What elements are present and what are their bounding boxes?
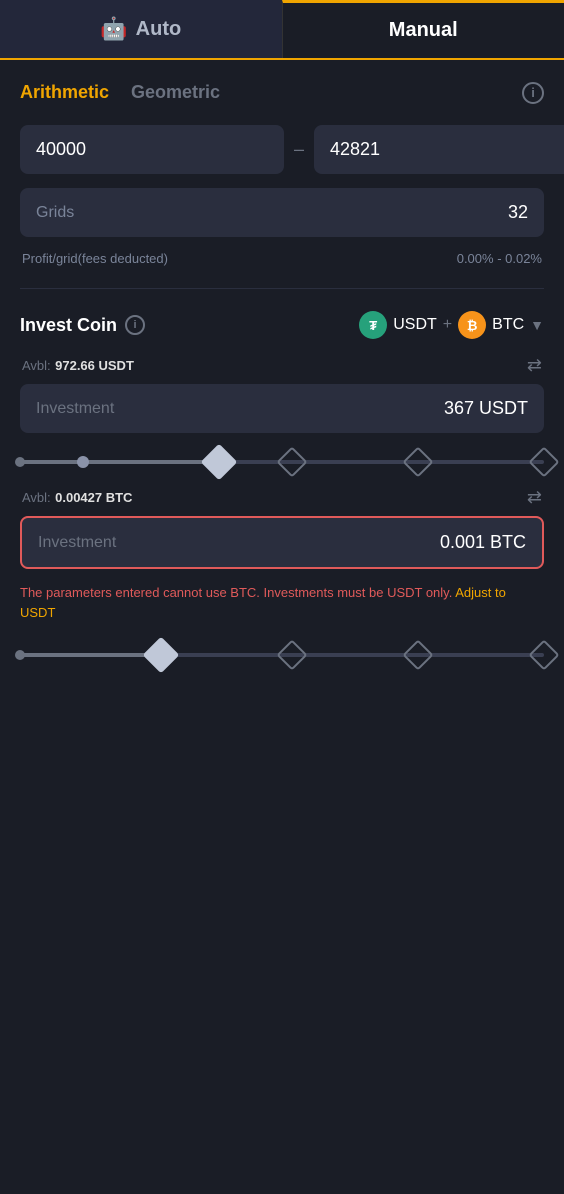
- tab-auto[interactable]: 🤖 Auto: [0, 0, 282, 58]
- tab-auto-label: Auto: [136, 18, 182, 41]
- usdt-avbl-amount: 972.66 USDT: [55, 358, 134, 373]
- btc-investment-placeholder: Investment: [38, 534, 116, 552]
- usdt-investment-box: Investment 367 USDT: [20, 384, 544, 433]
- usdt-investment-value: 367 USDT: [444, 398, 528, 419]
- btc-error-message: The parameters entered cannot use BTC. I…: [20, 583, 544, 622]
- btc-investment-box: Investment 0.001 BTC: [20, 516, 544, 569]
- btc-slider-marker-0: [15, 650, 25, 660]
- coin2-label: BTC: [492, 316, 524, 334]
- btc-slider[interactable]: [20, 640, 544, 670]
- profit-value: 0.00% - 0.02%: [457, 251, 542, 266]
- btc-transfer-icon[interactable]: ⇄: [527, 487, 542, 508]
- btc-coin-icon: ₿: [458, 311, 486, 339]
- usdt-avbl-text: Avbl: 972.66 USDT: [22, 357, 134, 375]
- profit-row: Profit/grid(fees deducted) 0.00% - 0.02%: [20, 251, 544, 266]
- usdt-investment-placeholder: Investment: [36, 400, 114, 418]
- invest-info-icon[interactable]: i: [125, 315, 145, 335]
- btc-error-text: The parameters entered cannot use BTC. I…: [20, 585, 452, 600]
- range-dash: –: [294, 139, 304, 160]
- geometric-button[interactable]: Geometric: [131, 78, 228, 107]
- usdt-avbl-row: Avbl: 972.66 USDT ⇄: [20, 355, 544, 376]
- btc-slider-fill: [20, 653, 161, 657]
- range-row: –: [20, 125, 544, 174]
- slider-marker-75[interactable]: [403, 446, 434, 477]
- usdt-transfer-icon[interactable]: ⇄: [527, 355, 542, 376]
- btc-slider-marker-50[interactable]: [277, 639, 308, 670]
- btc-slider-marker-75[interactable]: [403, 639, 434, 670]
- profit-label: Profit/grid(fees deducted): [22, 251, 168, 266]
- usdt-slider-track: [20, 460, 544, 464]
- tab-manual-label: Manual: [389, 19, 458, 42]
- btc-investment-value: 0.001 BTC: [440, 532, 526, 553]
- btc-avbl-text: Avbl: 0.00427 BTC: [22, 489, 132, 507]
- mode-info-icon[interactable]: i: [522, 82, 544, 104]
- slider-marker-50[interactable]: [277, 446, 308, 477]
- grids-value: 32: [508, 202, 528, 223]
- lower-range-input[interactable]: [20, 125, 284, 174]
- tabs-container: 🤖 Auto Manual: [0, 0, 564, 60]
- coin-dropdown-arrow[interactable]: ▼: [530, 317, 544, 333]
- btc-slider-track: [20, 653, 544, 657]
- usdt-slider[interactable]: [20, 447, 544, 477]
- arithmetic-button[interactable]: Arithmetic: [20, 78, 117, 107]
- coin1-label: USDT: [393, 316, 437, 334]
- grids-row: Grids 32: [20, 188, 544, 237]
- usdt-slider-thumb[interactable]: [201, 444, 238, 481]
- slider-dot-1[interactable]: [77, 456, 89, 468]
- main-content: Arithmetic Geometric i – Grids 32 Profit…: [0, 60, 564, 688]
- btc-avbl-label: Avbl:: [22, 490, 51, 505]
- invest-coin-header: Invest Coin i ₮ USDT + ₿ BTC ▼: [20, 311, 544, 339]
- coin-pair-selector[interactable]: ₮ USDT + ₿ BTC ▼: [359, 311, 544, 339]
- usdt-avbl-label: Avbl:: [22, 358, 51, 373]
- grids-label: Grids: [36, 204, 74, 222]
- slider-marker-0: [15, 457, 25, 467]
- plus-sign: +: [443, 316, 452, 334]
- btc-slider-marker-100[interactable]: [528, 639, 559, 670]
- divider: [20, 288, 544, 289]
- btc-avbl-row: Avbl: 0.00427 BTC ⇄: [20, 487, 544, 508]
- usdt-slider-fill: [20, 460, 219, 464]
- mode-row: Arithmetic Geometric i: [20, 78, 544, 107]
- robot-icon: 🤖: [100, 16, 127, 42]
- btc-slider-thumb[interactable]: [143, 637, 180, 674]
- tab-manual[interactable]: Manual: [282, 0, 564, 58]
- invest-coin-label: Invest Coin: [20, 315, 117, 336]
- btc-avbl-amount: 0.00427 BTC: [55, 490, 132, 505]
- slider-marker-100[interactable]: [528, 446, 559, 477]
- invest-title: Invest Coin i: [20, 315, 145, 336]
- upper-range-input[interactable]: [314, 125, 564, 174]
- usdt-coin-icon: ₮: [359, 311, 387, 339]
